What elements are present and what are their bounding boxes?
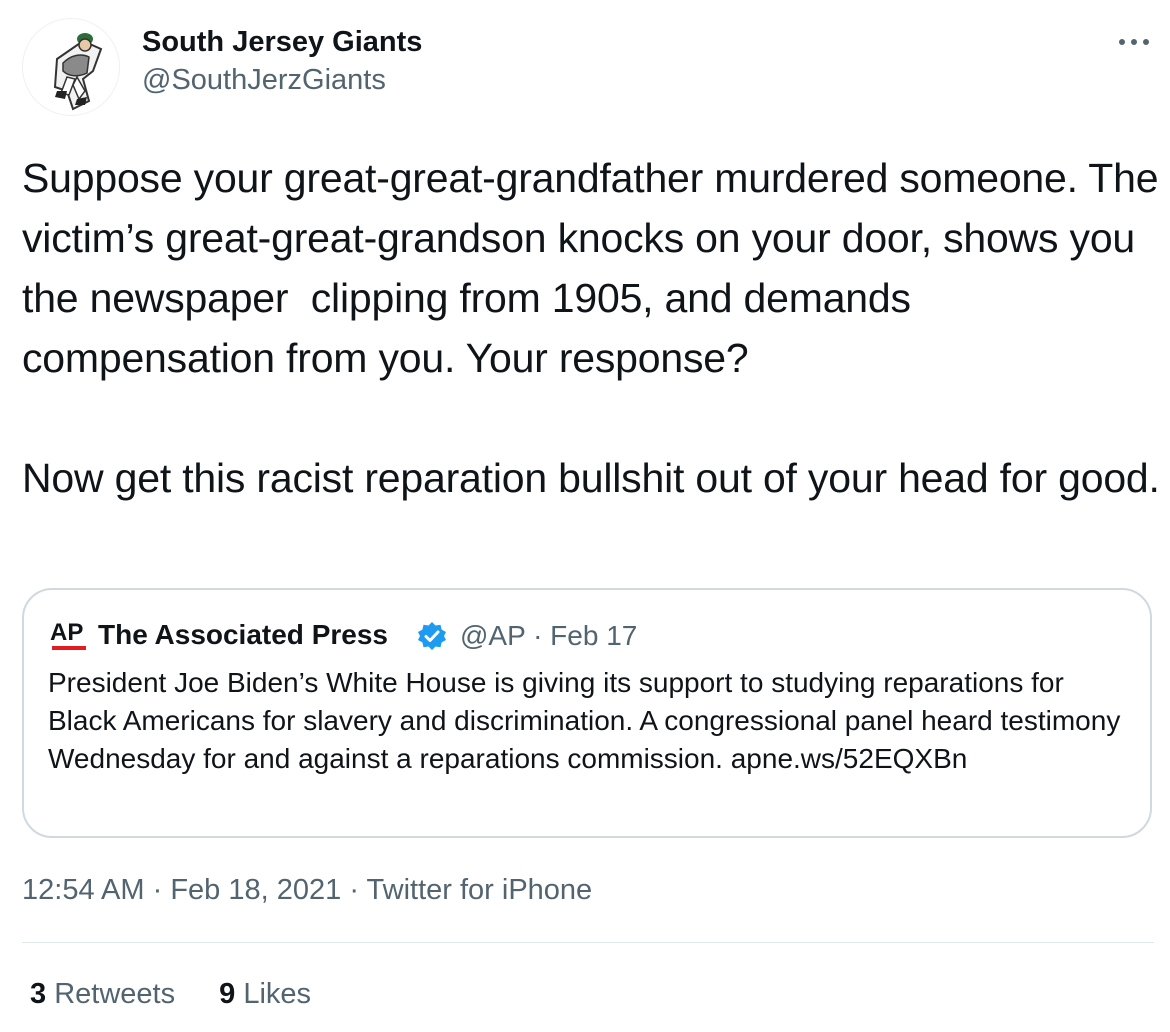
- more-dots-icon: [1119, 39, 1149, 45]
- tweet-source[interactable]: Twitter for iPhone: [367, 874, 593, 906]
- quoted-display-name[interactable]: The Associated Press: [98, 619, 388, 651]
- likes-stat[interactable]: 9 Likes: [219, 978, 311, 1011]
- tweet-meta: 12:54 AM · Feb 18, 2021 · Twitter for iP…: [22, 874, 592, 907]
- tweet-text: Suppose your great-great-grandfather mur…: [22, 155, 1160, 501]
- quoted-tweet[interactable]: AP The Associated Press @AP · Feb 17 Pre…: [22, 588, 1152, 838]
- ap-logo: AP: [50, 618, 90, 654]
- quoted-meta: @AP · Feb 17: [460, 620, 637, 652]
- quoted-separator: ·: [533, 620, 543, 651]
- quoted-date[interactable]: Feb 17: [550, 620, 637, 651]
- tweet-stats: 3 Retweets 9 Likes: [30, 978, 347, 1011]
- svg-text:AP: AP: [50, 619, 83, 646]
- likes-label: Likes: [243, 978, 312, 1010]
- author-handle[interactable]: @SouthJerzGiants: [142, 64, 386, 97]
- meta-separator: ·: [152, 874, 163, 906]
- quoted-handle[interactable]: @AP: [460, 620, 525, 651]
- author-display-name[interactable]: South Jersey Giants: [142, 26, 422, 59]
- tweet-date[interactable]: Feb 18, 2021: [170, 874, 341, 906]
- retweets-label: Retweets: [54, 978, 176, 1010]
- more-options-button[interactable]: [1112, 22, 1156, 62]
- tweet-time[interactable]: 12:54 AM: [22, 874, 145, 906]
- likes-count: 9: [219, 978, 236, 1010]
- avatar[interactable]: [22, 18, 120, 116]
- retweets-count: 3: [30, 978, 47, 1010]
- divider: [22, 942, 1154, 943]
- quoted-text: President Joe Biden’s White House is giv…: [48, 667, 1121, 774]
- baseball-player-icon: [53, 33, 103, 111]
- meta-separator: ·: [349, 874, 359, 906]
- verified-badge-icon: [416, 620, 448, 652]
- retweets-stat[interactable]: 3 Retweets: [30, 978, 175, 1011]
